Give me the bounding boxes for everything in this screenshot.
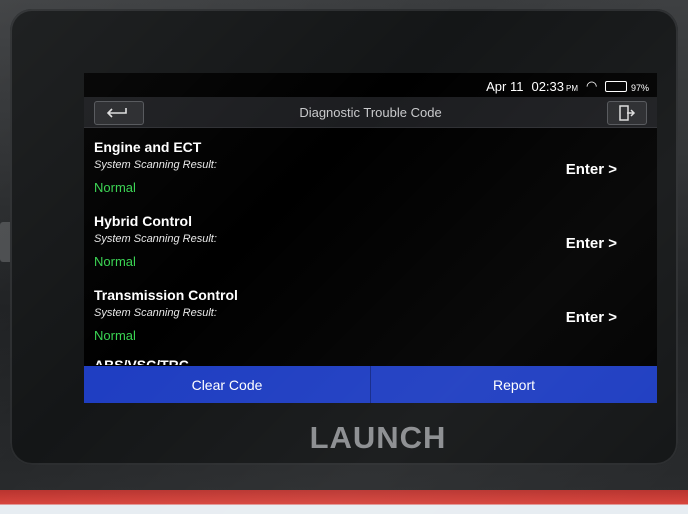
system-result-label: System Scanning Result: bbox=[94, 233, 217, 245]
battery-indicator: 97% bbox=[605, 79, 649, 94]
device-red-trim bbox=[0, 490, 688, 514]
system-row-transmission[interactable]: Transmission Control System Scanning Res… bbox=[84, 277, 657, 351]
system-status: Normal bbox=[94, 254, 136, 269]
clear-code-button[interactable]: Clear Code bbox=[84, 366, 370, 403]
system-name-partial[interactable]: ABS/VSC/TRC bbox=[94, 357, 189, 365]
brand-logo: LAUNCH bbox=[309, 420, 447, 455]
system-result-label: System Scanning Result: bbox=[94, 307, 217, 319]
system-row-engine[interactable]: Engine and ECT System Scanning Result: N… bbox=[84, 129, 657, 203]
battery-icon bbox=[605, 80, 628, 92]
report-button[interactable]: Report bbox=[371, 366, 657, 403]
system-status: Normal bbox=[94, 180, 136, 195]
system-name: Transmission Control bbox=[94, 287, 238, 303]
status-bar: Apr 11 02:33 PM ◠ 97% bbox=[84, 73, 657, 95]
device-body: LAUNCH Apr 11 02:33 PM ◠ 97% Diagnostic … bbox=[0, 0, 688, 514]
battery-percent: 97% bbox=[630, 82, 649, 93]
system-name: Hybrid Control bbox=[94, 213, 192, 229]
screen: Apr 11 02:33 PM ◠ 97% Diagnostic Trouble … bbox=[84, 73, 657, 403]
enter-button[interactable]: Enter > bbox=[566, 161, 617, 178]
enter-button[interactable]: Enter > bbox=[566, 235, 617, 252]
system-result-label: System Scanning Result: bbox=[94, 159, 217, 171]
action-bar: Clear Code Report bbox=[84, 366, 657, 403]
exit-icon bbox=[619, 105, 636, 121]
status-time: 02:33 PM bbox=[531, 78, 579, 94]
title-bar: Diagnostic Trouble Code bbox=[84, 97, 657, 128]
status-date: Apr 11 bbox=[486, 78, 524, 94]
wifi-icon: ◠ bbox=[586, 78, 598, 93]
page-title: Diagnostic Trouble Code bbox=[299, 105, 442, 120]
system-row-hybrid[interactable]: Hybrid Control System Scanning Result: N… bbox=[84, 203, 657, 277]
system-list: Engine and ECT System Scanning Result: N… bbox=[84, 129, 657, 365]
exit-button[interactable] bbox=[607, 101, 647, 125]
enter-button[interactable]: Enter > bbox=[566, 309, 617, 326]
system-status: Normal bbox=[94, 328, 136, 343]
system-name: Engine and ECT bbox=[94, 139, 202, 155]
